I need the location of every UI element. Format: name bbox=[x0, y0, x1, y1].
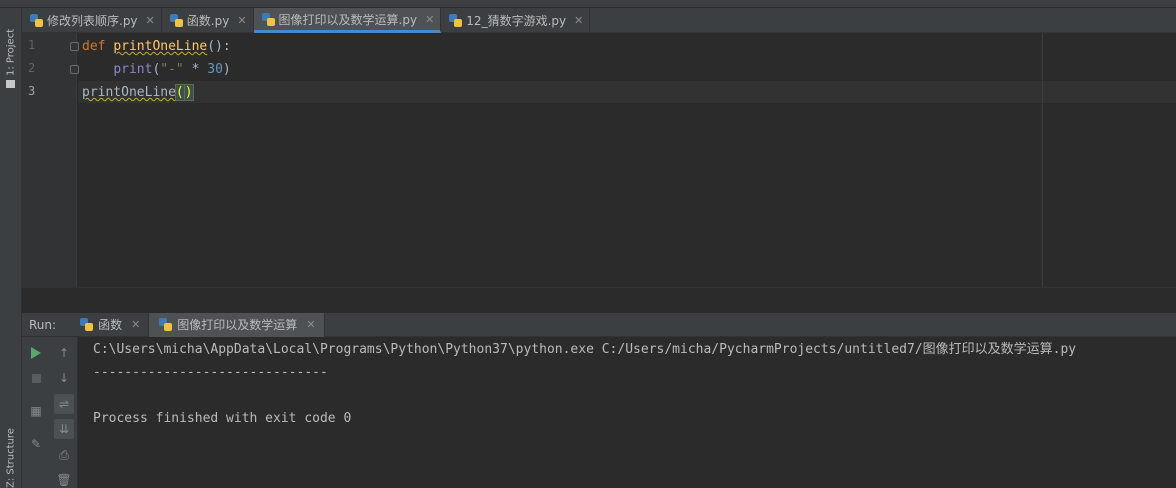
python-file-icon bbox=[159, 318, 173, 331]
run-console-output[interactable]: C:\Users\micha\AppData\Local\Programs\Py… bbox=[78, 337, 1176, 488]
python-file-icon bbox=[261, 12, 275, 26]
code-line-3: printOneLine() bbox=[82, 81, 231, 104]
line-number: 3 bbox=[28, 84, 36, 98]
run-icon[interactable] bbox=[26, 343, 46, 363]
python-file-icon bbox=[449, 14, 463, 27]
print-icon[interactable]: ⎙ bbox=[54, 445, 74, 465]
window-top-strip bbox=[0, 0, 1176, 8]
code-editor[interactable]: 1 2 3 def printOneLine(): print("-" * 30… bbox=[22, 33, 1176, 287]
run-toolbar: ↑ ↓ ⇌ ▦ ⇊ ✎ ⎙ 🗑 bbox=[22, 337, 78, 488]
function-params: (): bbox=[207, 39, 231, 54]
folder-icon bbox=[6, 80, 16, 88]
soft-wrap-icon[interactable]: ⇌ bbox=[54, 394, 74, 414]
close-icon[interactable]: ✕ bbox=[574, 14, 583, 27]
down-arrow-icon[interactable]: ↓ bbox=[54, 368, 74, 388]
run-label: Run: bbox=[29, 317, 57, 332]
editor-tab-label: 12_猜数字游戏.py bbox=[466, 14, 567, 28]
string-literal: "-" bbox=[160, 62, 184, 77]
python-file-icon bbox=[30, 14, 43, 27]
paren-close-highlight: ) bbox=[183, 84, 194, 101]
right-margin-guide bbox=[1042, 33, 1043, 287]
builtin-print: print bbox=[113, 62, 153, 77]
editor-tab-0[interactable]: 修改列表顺序.py ✕ bbox=[22, 8, 162, 33]
keyword-def: def bbox=[82, 39, 106, 54]
layout-icon[interactable]: ▦ bbox=[26, 401, 46, 421]
run-panel-header: Run: 函数 ✕ 图像打印以及数学运算 ✕ bbox=[22, 312, 1176, 337]
console-line: ------------------------------ bbox=[93, 365, 328, 380]
line-number: 1 bbox=[28, 38, 36, 52]
code-content: def printOneLine(): print("-" * 30) prin… bbox=[82, 35, 231, 104]
console-line: Process finished with exit code 0 bbox=[93, 411, 352, 426]
function-call: printOneLine bbox=[82, 85, 176, 100]
current-line-highlight bbox=[78, 81, 1176, 103]
paren-open-highlight: ( bbox=[174, 84, 185, 101]
stop-icon[interactable] bbox=[26, 368, 46, 388]
console-line: C:\Users\micha\AppData\Local\Programs\Py… bbox=[93, 342, 1077, 357]
editor-tab-label: 修改列表顺序.py bbox=[47, 14, 138, 28]
panel-separator[interactable] bbox=[22, 287, 1176, 313]
editor-tab-3[interactable]: 12_猜数字游戏.py ✕ bbox=[441, 8, 591, 33]
python-file-icon bbox=[80, 318, 94, 331]
close-icon[interactable]: ✕ bbox=[146, 14, 155, 27]
code-line-2: print("-" * 30) bbox=[82, 58, 231, 81]
trash-icon[interactable]: 🗑 bbox=[54, 470, 74, 488]
editor-tab-bar: 修改列表顺序.py ✕ 函数.py ✕ 图像打印以及数学运算.py ✕ 12_猜… bbox=[22, 8, 1176, 33]
fold-marker-icon[interactable] bbox=[70, 42, 79, 51]
project-tool-tab-label: 1: Project bbox=[5, 28, 17, 76]
fold-marker-icon[interactable] bbox=[70, 65, 79, 74]
project-tool-tab[interactable]: 1: Project bbox=[2, 18, 20, 88]
editor-tab-1[interactable]: 函数.py ✕ bbox=[162, 8, 254, 33]
close-icon[interactable]: ✕ bbox=[425, 13, 434, 26]
left-tool-bar: 1: Project Z: Structure bbox=[0, 8, 22, 488]
operator: * bbox=[183, 62, 208, 77]
run-tab-0[interactable]: 函数 ✕ bbox=[70, 312, 150, 337]
python-file-icon bbox=[169, 14, 183, 27]
editor-gutter: 1 2 3 bbox=[22, 33, 79, 287]
run-tab-1[interactable]: 图像打印以及数学运算 ✕ bbox=[149, 312, 325, 337]
scroll-to-end-icon[interactable]: ⇊ bbox=[54, 419, 74, 439]
up-arrow-icon[interactable]: ↑ bbox=[54, 343, 74, 363]
close-icon[interactable]: ✕ bbox=[237, 14, 246, 27]
editor-tab-2[interactable]: 图像打印以及数学运算.py ✕ bbox=[253, 8, 442, 33]
number-literal: 30 bbox=[207, 62, 223, 77]
run-tab-label: 函数 bbox=[98, 318, 123, 332]
close-icon[interactable]: ✕ bbox=[306, 318, 315, 331]
close-icon[interactable]: ✕ bbox=[131, 318, 140, 331]
editor-tab-label: 函数.py bbox=[186, 14, 230, 28]
pin-icon[interactable]: ✎ bbox=[26, 434, 46, 454]
code-line-1: def printOneLine(): bbox=[82, 35, 231, 58]
line-number: 2 bbox=[28, 61, 36, 75]
paren-close: ) bbox=[222, 62, 231, 77]
structure-tool-tab-label: Z: Structure bbox=[5, 428, 17, 488]
structure-tool-tab[interactable]: Z: Structure bbox=[2, 428, 20, 488]
function-name: printOneLine bbox=[113, 39, 208, 54]
editor-tab-label: 图像打印以及数学运算.py bbox=[278, 12, 418, 27]
run-tab-label: 图像打印以及数学运算 bbox=[177, 318, 298, 332]
